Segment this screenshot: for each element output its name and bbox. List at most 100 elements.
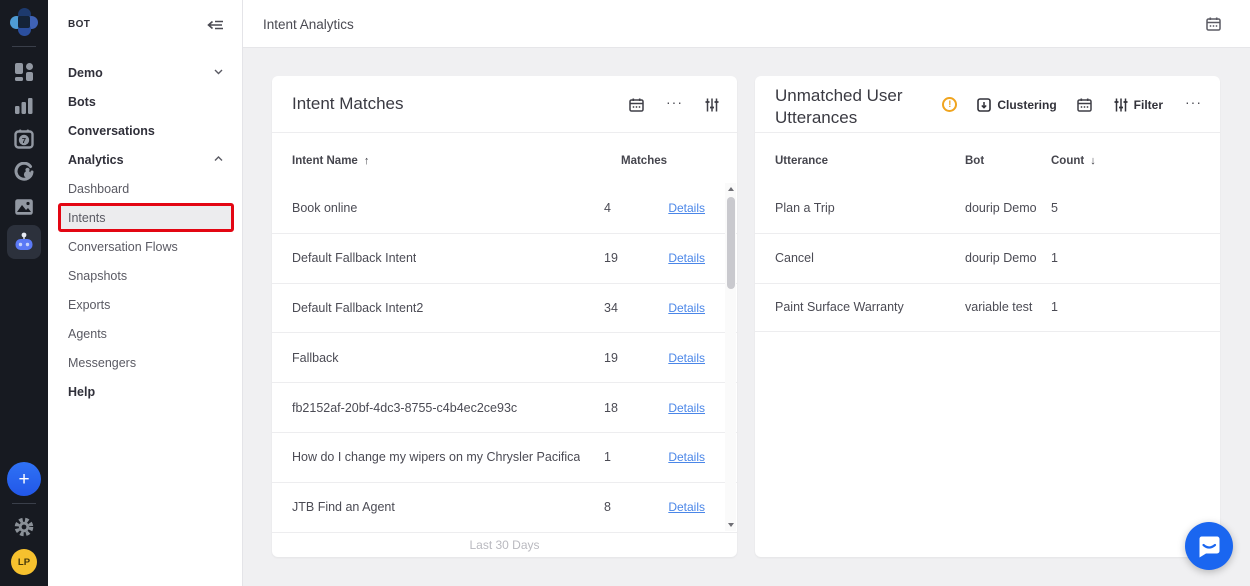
app-logo-icon[interactable]: [10, 8, 38, 36]
intent-matches-table-header: Intent Name↑ Matches: [272, 133, 737, 183]
details-link[interactable]: Details: [668, 450, 705, 464]
table-row: Fallback 19 Details: [272, 332, 737, 382]
table-row: Plan a Trip dourip Demo 5: [755, 183, 1220, 233]
intent-name: Fallback: [292, 351, 339, 365]
intent-matches-title: Intent Matches: [292, 94, 404, 114]
svg-text:7: 7: [22, 136, 26, 145]
scrollbar-thumb[interactable]: [727, 197, 735, 289]
warning-icon[interactable]: !: [942, 97, 957, 112]
match-count: 8: [604, 500, 611, 514]
column-bot[interactable]: Bot: [965, 155, 984, 167]
table-row: Default Fallback Intent 19 Details: [272, 233, 737, 283]
sidebar-item-conversation-flows[interactable]: Conversation Flows: [58, 232, 234, 261]
topbar: Intent Analytics: [243, 0, 1250, 48]
table-row: How do I change my wipers on my Chrysler…: [272, 432, 737, 482]
intent-matches-card: Intent Matches ···: [272, 76, 737, 557]
utterance-text: Paint Surface Warranty: [775, 300, 904, 314]
user-avatar[interactable]: LP: [11, 549, 37, 575]
calendar-icon[interactable]: [629, 98, 644, 112]
settings-gear-icon[interactable]: [0, 513, 48, 541]
sidebar-item-intents[interactable]: Intents: [58, 203, 234, 232]
sidebar-item-analytics[interactable]: Analytics: [58, 145, 234, 174]
date-range-icon[interactable]: [1206, 17, 1221, 31]
utterance-text: Plan a Trip: [775, 201, 835, 215]
unmatched-title: Unmatched User Utterances: [775, 85, 915, 129]
sidebar-item-conversations[interactable]: Conversations: [58, 116, 234, 145]
intent-matches-rows: Book online 4 Details Default Fallback I…: [272, 183, 737, 532]
details-link[interactable]: Details: [668, 301, 705, 315]
sidebar-item-snapshots[interactable]: Snapshots: [58, 261, 234, 290]
workspace-label: BOT: [68, 19, 90, 30]
utterance-count: 5: [1051, 201, 1058, 215]
column-intent-name[interactable]: Intent Name↑: [292, 155, 369, 167]
sidebar-item-exports[interactable]: Exports: [58, 290, 234, 319]
calendar-day-icon[interactable]: 7: [0, 125, 48, 153]
intent-name: Default Fallback Intent: [292, 251, 416, 265]
more-options-icon[interactable]: ···: [666, 95, 683, 115]
scroll-up-icon[interactable]: [725, 183, 736, 195]
collapse-sidebar-icon[interactable]: [207, 18, 224, 32]
sidebar-item-dashboard[interactable]: Dashboard: [58, 174, 234, 203]
page-title: Intent Analytics: [263, 17, 354, 32]
table-row: Paint Surface Warranty variable test 1: [755, 283, 1220, 333]
details-link[interactable]: Details: [668, 201, 705, 215]
chevron-up-icon: [214, 156, 222, 164]
clustering-icon: [977, 98, 991, 112]
sidebar: BOT Demo Bots Conversations: [48, 0, 243, 586]
table-row: fb2152af-20bf-4dc3-8755-c4b4ec2ce93c 18 …: [272, 382, 737, 432]
add-button[interactable]: +: [7, 462, 41, 496]
details-link[interactable]: Details: [668, 251, 705, 265]
utterance-count: 1: [1051, 300, 1058, 314]
rail-divider: [12, 46, 36, 47]
match-count: 19: [604, 251, 618, 265]
filter-sliders-icon[interactable]: [705, 98, 719, 112]
bar-chart-icon[interactable]: [0, 92, 48, 120]
sidebar-item-agents[interactable]: Agents: [58, 319, 234, 348]
agents-ring-icon[interactable]: [0, 158, 48, 186]
sort-desc-icon: ↓: [1090, 155, 1096, 167]
chat-launcher-button[interactable]: [1185, 522, 1233, 570]
table-row: Book online 4 Details: [272, 183, 737, 233]
intent-name: How do I change my wipers on my Chrysler…: [292, 450, 580, 464]
unmatched-table-header: Utterance Bot Count↓: [755, 133, 1220, 183]
image-icon[interactable]: [0, 193, 48, 221]
sort-asc-icon: ↑: [364, 155, 370, 167]
match-count: 1: [604, 450, 611, 464]
calendar-icon[interactable]: [1077, 98, 1092, 112]
column-utterance[interactable]: Utterance: [775, 155, 828, 167]
scroll-down-icon[interactable]: [725, 519, 736, 531]
unmatched-rows: Plan a Trip dourip Demo 5 Cancel dourip …: [755, 183, 1220, 332]
details-link[interactable]: Details: [668, 500, 705, 514]
sidebar-item-help[interactable]: Help: [58, 377, 234, 406]
sidebar-item-bots[interactable]: Bots: [58, 87, 234, 116]
unmatched-utterances-card: Unmatched User Utterances ! Clustering: [755, 76, 1220, 557]
column-matches[interactable]: Matches: [621, 155, 667, 167]
clustering-button[interactable]: Clustering: [977, 98, 1056, 112]
bot-name: dourip Demo: [965, 201, 1037, 215]
sidebar-item-messengers[interactable]: Messengers: [58, 348, 234, 377]
table-row: JTB Find an Agent 8 Details: [272, 482, 737, 532]
main-area: Intent Analytics Intent Matches: [243, 0, 1250, 586]
workspace-header: BOT: [48, 14, 242, 38]
apps-icon[interactable]: [0, 58, 48, 86]
details-link[interactable]: Details: [668, 401, 705, 415]
intent-name: fb2152af-20bf-4dc3-8755-c4b4ec2ce93c: [292, 401, 517, 415]
details-link[interactable]: Details: [668, 351, 705, 365]
more-options-icon[interactable]: ···: [1185, 95, 1202, 115]
scrollbar[interactable]: [725, 183, 736, 531]
sidebar-item-demo[interactable]: Demo: [58, 58, 234, 87]
intent-name: JTB Find an Agent: [292, 500, 395, 514]
date-range-label: Last 30 Days: [469, 538, 539, 552]
bot-icon[interactable]: [0, 228, 48, 256]
intent-matches-footer: Last 30 Days: [272, 532, 737, 557]
column-count[interactable]: Count↓: [1051, 155, 1096, 167]
filter-sliders-icon: [1114, 98, 1128, 112]
bot-name: variable test: [965, 300, 1032, 314]
rail-divider-bottom: [12, 503, 36, 504]
intent-name: Default Fallback Intent2: [292, 301, 423, 315]
filter-button[interactable]: Filter: [1114, 98, 1163, 112]
chat-bubble-icon: [1196, 533, 1222, 559]
match-count: 19: [604, 351, 618, 365]
intent-matches-header: Intent Matches ···: [272, 76, 737, 133]
table-row: Cancel dourip Demo 1: [755, 233, 1220, 283]
